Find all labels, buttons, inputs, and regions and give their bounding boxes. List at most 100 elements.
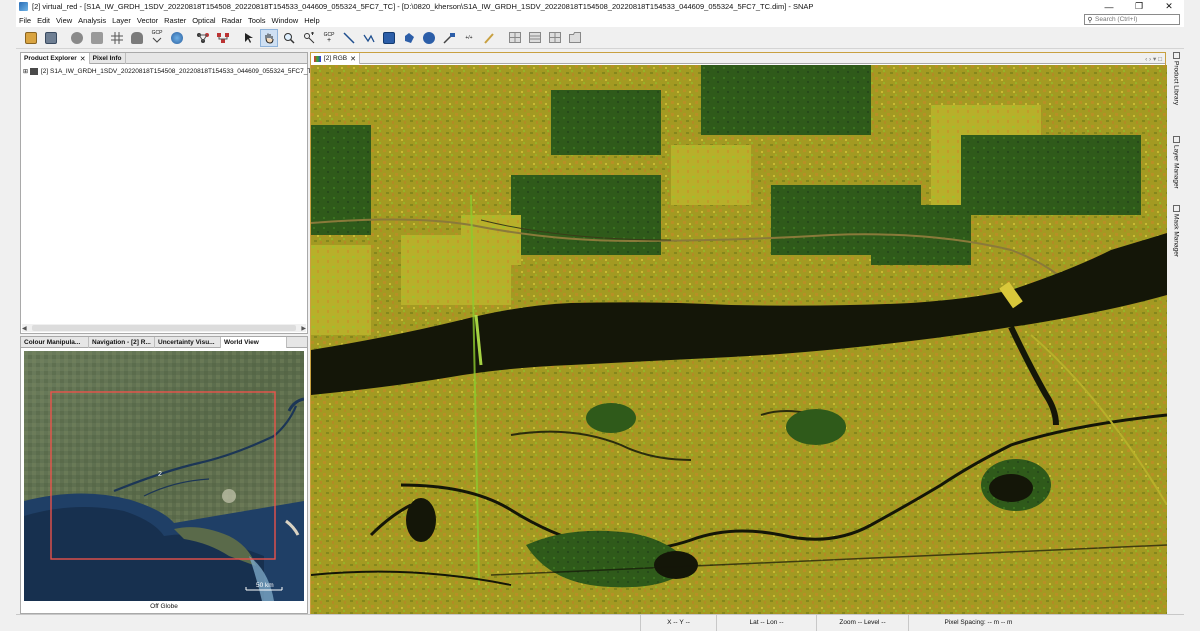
tab-nav-controls[interactable]: ‹ › ▾ □ bbox=[1142, 53, 1165, 64]
graph-builder-icon[interactable] bbox=[68, 29, 86, 47]
status-bar: X -- Y -- Lat -- Lon -- Zoom -- Level --… bbox=[16, 614, 1184, 631]
expand-icon[interactable]: ⊞ bbox=[23, 68, 30, 75]
rectangle-draw-icon[interactable] bbox=[380, 29, 398, 47]
pin-tool-icon[interactable] bbox=[300, 29, 318, 47]
ellipse-draw-icon[interactable] bbox=[420, 29, 438, 47]
tab-uncertainty-visualisation[interactable]: Uncertainty Visu... bbox=[155, 337, 221, 348]
select-tool-icon[interactable] bbox=[240, 29, 258, 47]
status-pixel-position: X -- Y -- bbox=[640, 614, 716, 631]
pixel-info-icon[interactable]: +/+ bbox=[460, 29, 478, 47]
x-label: X bbox=[667, 619, 672, 626]
tab-layer-manager[interactable]: Layer Manager bbox=[1170, 136, 1182, 194]
grid-icon[interactable] bbox=[108, 29, 126, 47]
gcp-tool-icon[interactable]: GCP + bbox=[320, 29, 338, 47]
open-product-icon[interactable] bbox=[22, 29, 40, 47]
line-draw-icon[interactable] bbox=[340, 29, 358, 47]
rgb-tab-icon bbox=[314, 55, 321, 62]
sar-image-view[interactable] bbox=[311, 65, 1167, 615]
tile-vertical-icon[interactable] bbox=[526, 29, 544, 47]
menu-edit[interactable]: Edit bbox=[34, 16, 53, 25]
batch-processing-icon[interactable] bbox=[88, 29, 106, 47]
search-input[interactable] bbox=[1095, 16, 1175, 23]
explorer-scrollbar[interactable]: ◀ ▶ bbox=[22, 324, 306, 332]
product-explorer-panel: Product Explorer ✕ Pixel Info ⊞ [2] S1A_… bbox=[20, 52, 316, 334]
tile-single-icon[interactable] bbox=[566, 29, 584, 47]
mask-icon[interactable] bbox=[214, 29, 232, 47]
tool-tabs: Colour Manipula... Navigation - [2] R...… bbox=[21, 337, 307, 348]
menu-window[interactable]: Window bbox=[269, 16, 302, 25]
scroll-left-icon[interactable]: ◀ bbox=[22, 325, 27, 332]
pan-tool-icon[interactable] bbox=[260, 28, 278, 47]
tab-mask-manager-label: Mask Manager bbox=[1172, 214, 1180, 257]
tile-evenly-icon[interactable] bbox=[546, 29, 564, 47]
snap-window: [2] virtual_red - [S1A_IW_GRDH_1SDV_2022… bbox=[16, 0, 1184, 631]
menu-bar: File Edit View Analysis Layer Vector Ras… bbox=[16, 13, 1184, 27]
time-series-icon[interactable] bbox=[128, 29, 146, 47]
close-button[interactable]: ✕ bbox=[1154, 0, 1184, 13]
status-pixel-spacing: Pixel Spacing: -- m -- m bbox=[908, 614, 1048, 631]
zoom-label: Zoom bbox=[839, 619, 856, 626]
lat-label: Lat bbox=[749, 619, 759, 626]
menu-help[interactable]: Help bbox=[301, 16, 322, 25]
save-product-icon[interactable] bbox=[42, 29, 60, 47]
tab-layer-manager-label: Layer Manager bbox=[1172, 145, 1180, 189]
tool-panel: Colour Manipula... Navigation - [2] R...… bbox=[20, 336, 308, 614]
menu-file[interactable]: File bbox=[16, 16, 34, 25]
mask-manager-icon bbox=[1172, 205, 1180, 212]
tab-colour-manipulation[interactable]: Colour Manipula... bbox=[21, 337, 89, 348]
main-toolbar: GCP GCP + +/+ bbox=[16, 27, 1184, 49]
search-icon: ⚲ bbox=[1087, 16, 1093, 24]
polyline-draw-icon[interactable] bbox=[360, 29, 378, 47]
tab-pixel-info[interactable]: Pixel Info bbox=[90, 53, 126, 64]
scroll-thumb[interactable] bbox=[32, 325, 296, 331]
explorer-tabs: Product Explorer ✕ Pixel Info bbox=[21, 53, 307, 64]
menu-tools[interactable]: Tools bbox=[245, 16, 269, 25]
product-name: [2] S1A_IW_GRDH_1SDV_20220818T154508_202… bbox=[41, 68, 317, 75]
tab-world-view[interactable]: World View bbox=[221, 337, 287, 348]
menu-optical[interactable]: Optical bbox=[189, 16, 218, 25]
right-side-tabs: Product Library Layer Manager Mask Manag… bbox=[1168, 50, 1184, 610]
close-icon[interactable]: ✕ bbox=[350, 55, 356, 63]
rgb-tab-label: [2] RGB bbox=[324, 55, 348, 62]
tab-product-explorer-label: Product Explorer bbox=[24, 55, 77, 62]
menu-layer[interactable]: Layer bbox=[109, 16, 134, 25]
lat-value: -- bbox=[760, 619, 765, 626]
tab-pixel-info-label: Pixel Info bbox=[92, 55, 122, 62]
tile-horizontal-icon[interactable] bbox=[506, 29, 524, 47]
world-view-map[interactable]: 2 50 km bbox=[24, 351, 304, 601]
image-tabs: [2] RGB ✕ ‹ › ▾ □ bbox=[311, 53, 1165, 64]
snap-app-icon bbox=[19, 2, 28, 11]
scroll-right-icon[interactable]: ▶ bbox=[301, 325, 306, 332]
menu-vector[interactable]: Vector bbox=[134, 16, 161, 25]
status-zoom-level: Zoom -- Level -- bbox=[816, 614, 908, 631]
zoom-value: -- bbox=[857, 619, 863, 626]
tab-product-explorer[interactable]: Product Explorer ✕ bbox=[21, 53, 90, 64]
tab-product-library[interactable]: Product Library bbox=[1170, 52, 1182, 114]
pixel-spacing-value: -- m -- m bbox=[987, 619, 1013, 626]
tab-rgb-image[interactable]: [2] RGB ✕ bbox=[311, 53, 360, 64]
window-title: [2] virtual_red - [S1A_IW_GRDH_1SDV_2022… bbox=[32, 2, 814, 11]
level-value: -- bbox=[881, 619, 886, 626]
x-value: -- bbox=[673, 619, 678, 626]
polygon-draw-icon[interactable] bbox=[400, 29, 418, 47]
world-map-icon[interactable] bbox=[168, 29, 186, 47]
lon-value: -- bbox=[779, 619, 784, 626]
menu-raster[interactable]: Raster bbox=[161, 16, 189, 25]
menu-view[interactable]: View bbox=[53, 16, 75, 25]
product-icon bbox=[30, 68, 38, 75]
tab-navigation[interactable]: Navigation - [2] R... bbox=[89, 337, 155, 348]
zoom-tool-icon[interactable] bbox=[280, 29, 298, 47]
range-finder-icon[interactable] bbox=[194, 29, 212, 47]
ruler-icon[interactable] bbox=[480, 29, 498, 47]
gcp-icon[interactable]: GCP bbox=[148, 29, 166, 47]
menu-radar[interactable]: Radar bbox=[219, 16, 245, 25]
minimize-button[interactable]: — bbox=[1094, 0, 1124, 13]
tab-product-library-label: Product Library bbox=[1172, 61, 1180, 106]
restore-button[interactable]: ❐ bbox=[1124, 0, 1154, 13]
y-label: Y bbox=[679, 619, 684, 626]
tab-mask-manager[interactable]: Mask Manager bbox=[1170, 205, 1182, 263]
menu-analysis[interactable]: Analysis bbox=[75, 16, 109, 25]
product-tree-node[interactable]: ⊞ [2] S1A_IW_GRDH_1SDV_20220818T154508_2… bbox=[23, 68, 316, 75]
magic-wand-icon[interactable] bbox=[440, 29, 458, 47]
close-icon[interactable]: ✕ bbox=[80, 55, 86, 63]
